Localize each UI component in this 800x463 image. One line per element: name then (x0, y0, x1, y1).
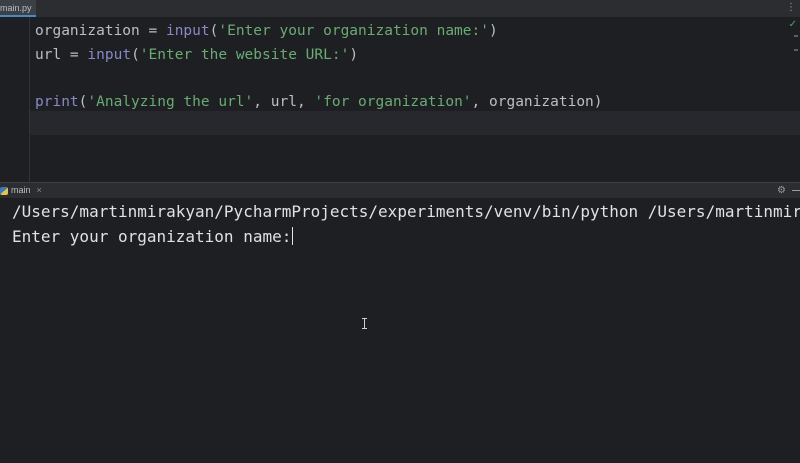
tab-main-py[interactable]: main.py (0, 0, 36, 17)
current-line-highlight (30, 111, 800, 135)
console-prompt-line[interactable]: Enter your organization name: (12, 227, 294, 247)
more-options-icon[interactable]: ⋮ (786, 2, 796, 14)
code-token: 'Enter your organization name:' (218, 23, 489, 39)
code-token: ) (349, 46, 359, 63)
code-token: ( (131, 46, 140, 63)
inspection-ok-icon[interactable]: ✓ (789, 19, 797, 30)
code-token: ) (593, 93, 603, 110)
code-token: = (139, 23, 166, 39)
code-token: input (87, 46, 132, 63)
code-line[interactable]: url = input('Enter the website URL:') (35, 44, 603, 68)
gear-icon[interactable]: ⚙ (777, 183, 786, 198)
minimize-icon[interactable] (792, 190, 800, 191)
code-token: 'Analyzing the url' (87, 93, 254, 110)
code-token: 'for organization' (314, 93, 472, 110)
code-token: input (165, 23, 210, 39)
code-line[interactable]: organization = input('Enter your organiz… (35, 20, 603, 44)
tab-label: main.py (0, 3, 32, 13)
code-editor[interactable]: organization = input('Enter your organiz… (0, 17, 800, 182)
scrollbar-marker (794, 35, 798, 37)
close-icon[interactable]: × (37, 183, 42, 198)
code-token: , (296, 93, 315, 110)
code-token: = (61, 46, 88, 63)
code-token: url (35, 46, 62, 63)
code-token: organization (489, 93, 594, 110)
code-token: , (253, 93, 271, 110)
code-area[interactable]: organization = input('Enter your organiz… (35, 20, 603, 114)
mouse-cursor-ibeam (362, 318, 367, 329)
text-caret (292, 227, 294, 245)
console-command-line: /Users/martinmirakyan/PycharmProjects/ex… (12, 202, 800, 221)
code-line[interactable] (35, 67, 603, 91)
code-token: organization (35, 23, 140, 39)
editor-tab-bar: main.py ⋮ (0, 0, 800, 18)
run-tab-main[interactable]: main × (0, 183, 42, 198)
scrollbar-marker (794, 49, 798, 51)
console-prompt: Enter your organization name: (12, 227, 292, 246)
line-gutter (0, 17, 30, 182)
python-icon (0, 186, 8, 195)
code-line[interactable]: print('Analyzing the url', url, 'for org… (35, 91, 603, 115)
code-token: ) (488, 23, 498, 39)
run-console[interactable]: /Users/martinmirakyan/PycharmProjects/ex… (0, 198, 800, 463)
code-token: , (471, 93, 490, 110)
run-tab-label: main (11, 185, 31, 195)
code-token: url (270, 93, 297, 110)
code-token: 'Enter the website URL:' (139, 46, 350, 63)
code-token: print (35, 93, 79, 110)
run-tool-window-header: main × ⚙ (0, 182, 800, 199)
